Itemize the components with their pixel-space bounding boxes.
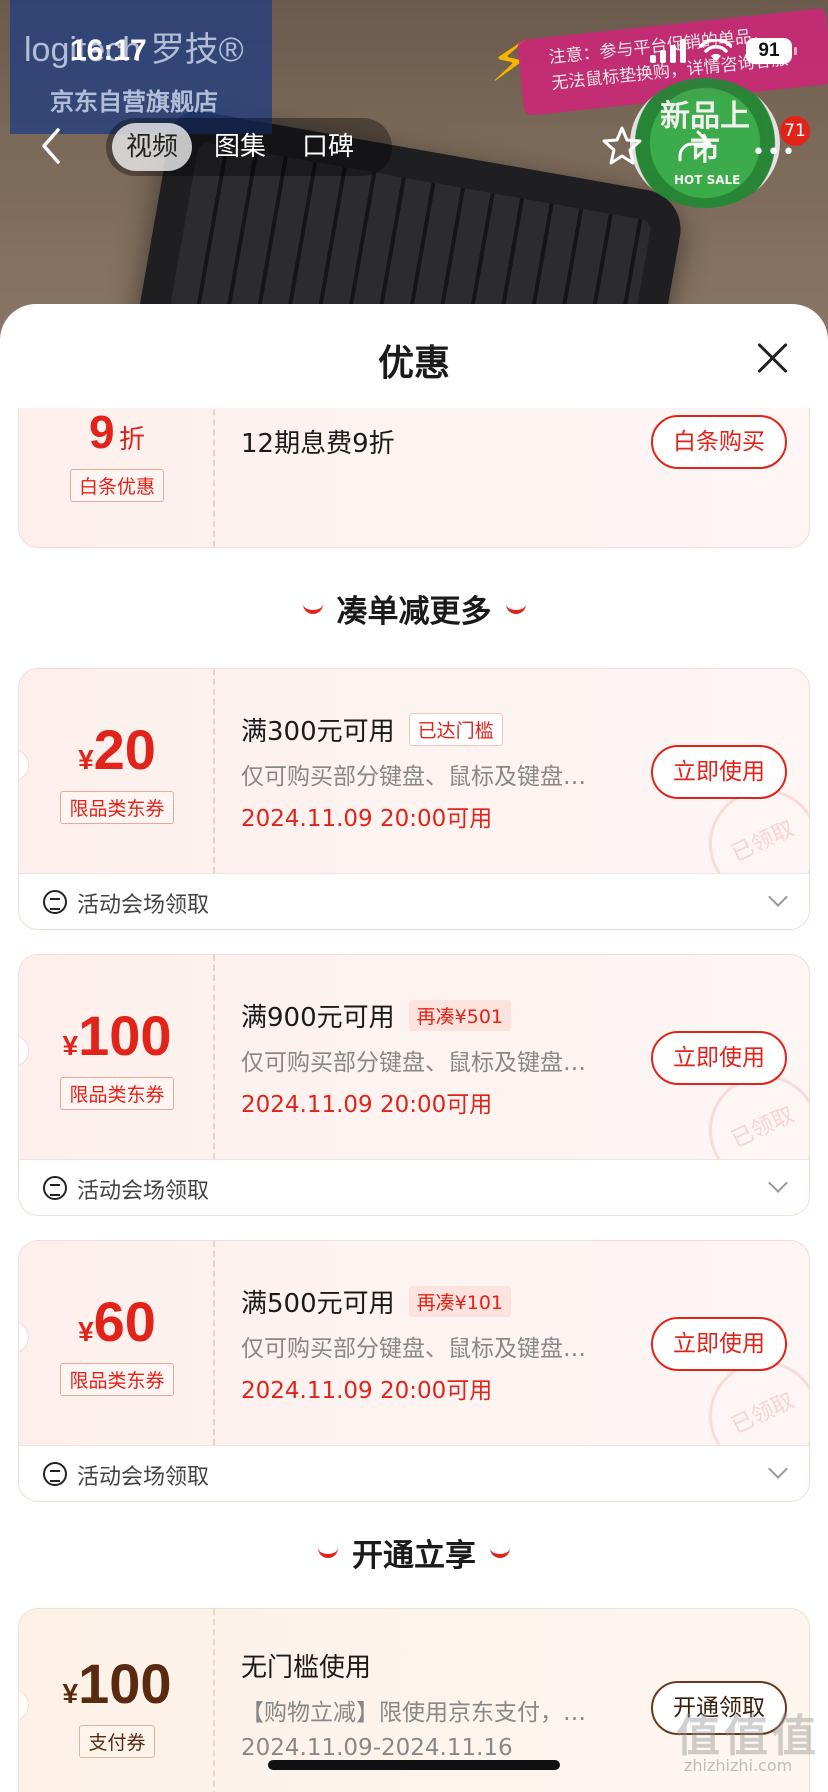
coupon-type-tag: 限品类东券: [60, 1077, 174, 1110]
threshold-badge: 再凑¥501: [408, 1000, 511, 1031]
coupon-card: ¥60 限品类东券 满500元可用 再凑¥101 仅可购买部分键盘、鼠标及键盘… …: [18, 1240, 810, 1502]
coupon-scope: 【购物立减】限使用京东支付，…: [241, 1700, 586, 1726]
battery-indicator: 91: [746, 38, 797, 64]
threshold-badge: 已达门槛: [408, 713, 503, 746]
coupon-yen: ¥: [62, 1030, 79, 1061]
coupon-yen: ¥: [78, 744, 94, 775]
baitiao-buy-button[interactable]: 白条购买: [651, 415, 787, 469]
coupon-source-label: 活动会场领取: [77, 1179, 210, 1204]
tab-gallery[interactable]: 图集: [200, 123, 280, 171]
back-arrow-icon[interactable]: [36, 126, 66, 166]
coupon-list[interactable]: 9 折 白条优惠 12期息费9折 白条购买 凑单减更多 ¥20 限品类东券 满3…: [0, 408, 828, 1792]
section-title-1: 凑单减更多: [336, 594, 492, 630]
use-now-button[interactable]: 立即使用: [651, 1031, 787, 1085]
coupon-source-row[interactable]: 活动会场领取: [19, 1445, 809, 1501]
cellular-signal-icon: [650, 39, 686, 63]
smile-decoration-icon: [318, 1548, 338, 1558]
share-icon[interactable]: [672, 124, 716, 168]
coupon-scope: 仅可购买部分键盘、鼠标及键盘…: [241, 1336, 586, 1362]
message-count-badge: 71: [780, 116, 810, 146]
smile-decoration-icon: [505, 604, 526, 614]
tab-reviews[interactable]: 口碑: [288, 123, 368, 171]
chevron-down-icon: [768, 887, 788, 907]
baitiao-discount-unit: 折: [119, 424, 146, 454]
coupon-source-row[interactable]: 活动会场领取: [19, 873, 809, 929]
baitiao-title: 12期息费9折: [241, 429, 395, 459]
coupon-sheet: 优惠 9 折 白条优惠 12期息费9折 白条购买 凑单减更多 ¥20 限品类东券…: [0, 304, 828, 1792]
coupon-yen: ¥: [62, 1678, 79, 1709]
coupon-valid-date: 2024.11.09 20:00可用: [241, 1378, 493, 1404]
baitiao-discount-num: 9: [88, 408, 115, 458]
coupon-threshold: 无门槛使用: [241, 1653, 372, 1683]
site-watermark-url: zhizhizhi.com: [684, 1756, 793, 1775]
chevron-down-icon: [768, 1459, 788, 1479]
coupon-threshold: 满900元可用: [241, 1003, 395, 1033]
coupon-type-tag: 支付券: [79, 1725, 155, 1758]
baitiao-card: 9 折 白条优惠 12期息费9折 白条购买: [18, 408, 810, 548]
use-now-button[interactable]: 立即使用: [651, 1317, 787, 1371]
coupon-source-label: 活动会场领取: [77, 1465, 210, 1490]
status-indicators: 91: [650, 38, 797, 64]
sheet-title: 优惠: [377, 343, 450, 384]
baitiao-left: 9 折 白条优惠: [19, 408, 215, 547]
coupon-amount: 60: [93, 1290, 156, 1353]
coupon-valid-date: 2024.11.09 20:00可用: [241, 806, 493, 832]
brand-store-name: 京东自营旗舰店: [50, 88, 218, 116]
smile-decoration-icon: [302, 604, 323, 614]
venue-icon: [43, 1176, 67, 1200]
chevron-down-icon: [768, 1173, 788, 1193]
venue-icon: [43, 890, 67, 914]
status-time: 16:17: [70, 34, 147, 67]
coupon-card: ¥20 限品类东券 满300元可用 已达门槛 仅可购买部分键盘、鼠标及键盘… 20…: [18, 668, 810, 930]
coupon-source-row[interactable]: 活动会场领取: [19, 1159, 809, 1215]
coupon-amount: 100: [78, 1004, 172, 1067]
media-tabs: 视频 图集 口碑: [106, 118, 392, 176]
coupon-amount: 100: [78, 1652, 172, 1715]
section-heading-2: 开通立享: [0, 1530, 828, 1575]
coupon-valid-date: 2024.11.09 20:00可用: [241, 1092, 493, 1118]
section-title-2: 开通立享: [352, 1538, 476, 1574]
section-heading-1: 凑单减更多: [0, 586, 828, 631]
home-indicator[interactable]: [268, 1760, 560, 1770]
coupon-threshold: 满300元可用: [241, 717, 395, 747]
coupon-threshold: 满500元可用: [241, 1289, 395, 1319]
coupon-card: ¥100 限品类东券 满900元可用 再凑¥501 仅可购买部分键盘、鼠标及键盘……: [18, 954, 810, 1216]
coupon-type-tag: 限品类东券: [60, 791, 174, 824]
tab-video[interactable]: 视频: [112, 123, 193, 171]
use-now-button[interactable]: 立即使用: [651, 745, 787, 799]
hot-sale-sub: HOT SALE: [674, 173, 741, 187]
baitiao-tag: 白条优惠: [69, 469, 164, 502]
coupon-amount: 20: [93, 718, 156, 781]
coupon-type-tag: 限品类东券: [60, 1363, 174, 1396]
coupon-scope: 仅可购买部分键盘、鼠标及键盘…: [241, 764, 586, 790]
coupon-source-label: 活动会场领取: [77, 893, 210, 918]
venue-icon: [43, 1462, 67, 1486]
threshold-badge: 再凑¥101: [408, 1286, 511, 1317]
coupon-scope: 仅可购买部分键盘、鼠标及键盘…: [241, 1050, 586, 1076]
coupon-valid-date: 2024.11.09-2024.11.16: [241, 1735, 513, 1761]
wifi-icon: [700, 39, 732, 61]
close-icon[interactable]: [754, 340, 790, 376]
coupon-yen: ¥: [78, 1316, 94, 1347]
site-watermark: 值值值: [676, 1711, 820, 1762]
star-icon[interactable]: [600, 124, 644, 168]
smile-decoration-icon: [490, 1548, 510, 1558]
